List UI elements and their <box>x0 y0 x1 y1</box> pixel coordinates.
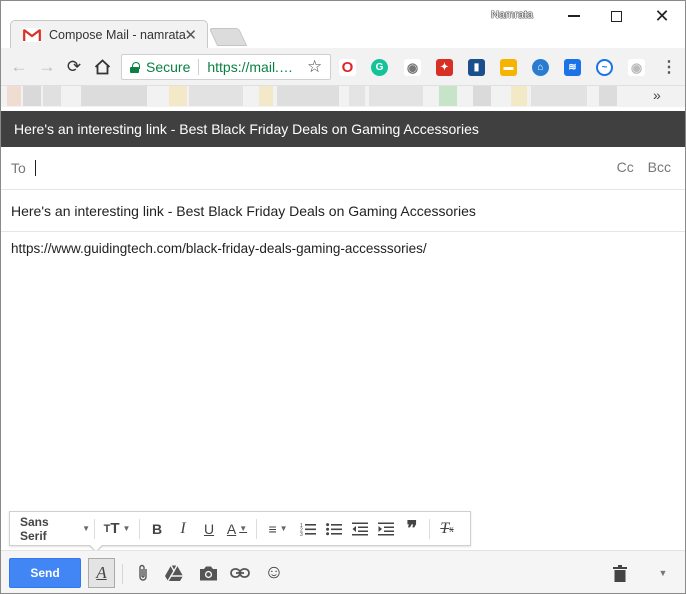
compose-header: Here's an interesting link - Best Black … <box>1 111 685 147</box>
lock-icon <box>130 61 140 73</box>
italic-icon[interactable]: I <box>170 511 196 546</box>
divider <box>256 518 257 539</box>
bookmarks-overflow-icon[interactable]: » <box>653 87 661 103</box>
formatting-options-icon[interactable]: A <box>88 558 115 588</box>
bookmark-item[interactable] <box>23 86 41 106</box>
bold-icon[interactable]: B <box>144 511 170 546</box>
browser-tab[interactable]: Compose Mail - namrata ✕ <box>10 20 208 48</box>
formatting-toolbar: Sans Serif ▼ T T ▼ B I U A ▼ ≡ ▼ 123 ❞ T… <box>9 511 471 546</box>
bookmark-item[interactable] <box>439 86 457 106</box>
bookmarks-bar <box>1 86 685 107</box>
browser-menu-icon[interactable]: ⋮ <box>661 57 677 77</box>
subject-text[interactable]: Here's an interesting link - Best Black … <box>11 203 476 219</box>
divider <box>139 518 140 539</box>
browser-window: Compose Mail - namrata ✕ Namrata ✕ ← → ⟳… <box>0 0 686 594</box>
subject-field[interactable]: Here's an interesting link - Best Black … <box>1 190 685 232</box>
bookmark-item[interactable] <box>473 86 491 106</box>
cc-link[interactable]: Cc <box>617 159 634 175</box>
indent-more-icon[interactable] <box>373 511 399 546</box>
send-button[interactable]: Send <box>9 558 81 588</box>
to-field[interactable]: To Cc Bcc <box>1 147 685 190</box>
drive-icon[interactable] <box>161 560 187 586</box>
bookmark-item[interactable] <box>349 86 365 106</box>
wave-extension-icon[interactable]: ≋ <box>564 59 581 76</box>
address-bar[interactable]: Secure https://mail.… <box>121 54 331 80</box>
indent-less-icon[interactable] <box>347 511 373 546</box>
more-options-icon[interactable]: ▼ <box>650 560 676 586</box>
home-icon[interactable] <box>92 57 112 77</box>
gmail-icon <box>23 27 41 42</box>
compose-action-bar: Send A ☺ ▼ <box>1 550 685 593</box>
maximize-icon[interactable] <box>601 5 631 27</box>
compose-title: Here's an interesting link - Best Black … <box>14 121 479 137</box>
bookmark-item[interactable] <box>43 86 61 106</box>
forward-icon[interactable]: → <box>37 57 57 77</box>
photo-icon[interactable] <box>195 560 221 586</box>
font-family-select[interactable]: Sans Serif ▼ <box>10 511 90 546</box>
bcc-link[interactable]: Bcc <box>648 159 671 175</box>
text-cursor <box>34 160 36 176</box>
tab-title: Compose Mail - namrata <box>49 27 186 42</box>
red-extension-icon[interactable]: ✦ <box>436 59 453 76</box>
folder-extension-icon[interactable]: ▬ <box>500 59 517 76</box>
bulleted-list-icon[interactable] <box>321 511 347 546</box>
divider <box>429 518 430 539</box>
bookmark-item[interactable] <box>277 86 339 106</box>
quote-icon[interactable]: ❞ <box>399 511 425 546</box>
back-icon[interactable]: ← <box>9 57 29 77</box>
close-tab-icon[interactable]: ✕ <box>184 26 197 44</box>
bookmark-item[interactable] <box>7 86 21 106</box>
font-family-label: Sans Serif <box>20 514 49 543</box>
bookmark-item[interactable] <box>81 86 147 106</box>
bookmark-item[interactable] <box>259 86 273 106</box>
bookmark-item[interactable] <box>189 86 243 106</box>
url-text[interactable]: https://mail.… <box>207 59 299 75</box>
window-close-icon[interactable]: ✕ <box>647 5 677 27</box>
reload-icon[interactable]: ⟳ <box>64 57 84 77</box>
to-label: To <box>11 160 26 176</box>
new-tab-button[interactable] <box>208 28 248 46</box>
secure-label: Secure <box>146 59 200 75</box>
camera-disabled-icon[interactable]: ◉ <box>628 59 645 76</box>
opera-extension-icon[interactable]: O <box>339 59 356 76</box>
bookmark-item[interactable] <box>599 86 617 106</box>
bookmark-item[interactable] <box>369 86 423 106</box>
bookmark-star-icon[interactable]: ☆ <box>307 57 322 77</box>
title-bar: Compose Mail - namrata ✕ Namrata ✕ <box>1 1 685 48</box>
trash-icon[interactable] <box>607 560 633 586</box>
underline-icon[interactable]: U <box>196 511 222 546</box>
divider <box>94 518 95 539</box>
bookmark-item[interactable] <box>169 86 187 106</box>
remove-formatting-icon[interactable]: Tx <box>434 511 460 546</box>
link-icon[interactable] <box>227 560 253 586</box>
numbered-list-icon[interactable]: 123 <box>295 511 321 546</box>
text-size-icon[interactable]: T T ▼ <box>99 511 135 546</box>
svg-text:3: 3 <box>300 532 303 536</box>
divider <box>122 564 123 584</box>
sync-extension-icon[interactable]: ~ <box>596 59 613 76</box>
grammarly-extension-icon[interactable]: G <box>371 59 388 76</box>
message-body[interactable]: https://www.guidingtech.com/black-friday… <box>11 241 427 256</box>
camera-extension-icon[interactable]: ◉ <box>404 59 421 76</box>
cc-bcc-links: Cc Bcc <box>607 159 671 175</box>
bank-extension-icon[interactable]: ⌂ <box>532 59 549 76</box>
align-icon[interactable]: ≡ ▼ <box>261 511 295 546</box>
chart-extension-icon[interactable]: ▮ <box>468 59 485 76</box>
profile-name[interactable]: Namrata <box>491 9 533 21</box>
minimize-icon[interactable] <box>559 5 589 27</box>
bookmark-item[interactable] <box>511 86 527 106</box>
emoji-icon[interactable]: ☺ <box>261 560 287 586</box>
dropdown-arrow-icon: ▼ <box>82 524 90 533</box>
attach-icon[interactable] <box>130 560 156 586</box>
bookmark-item[interactable] <box>531 86 587 106</box>
text-color-icon[interactable]: A ▼ <box>222 511 252 546</box>
